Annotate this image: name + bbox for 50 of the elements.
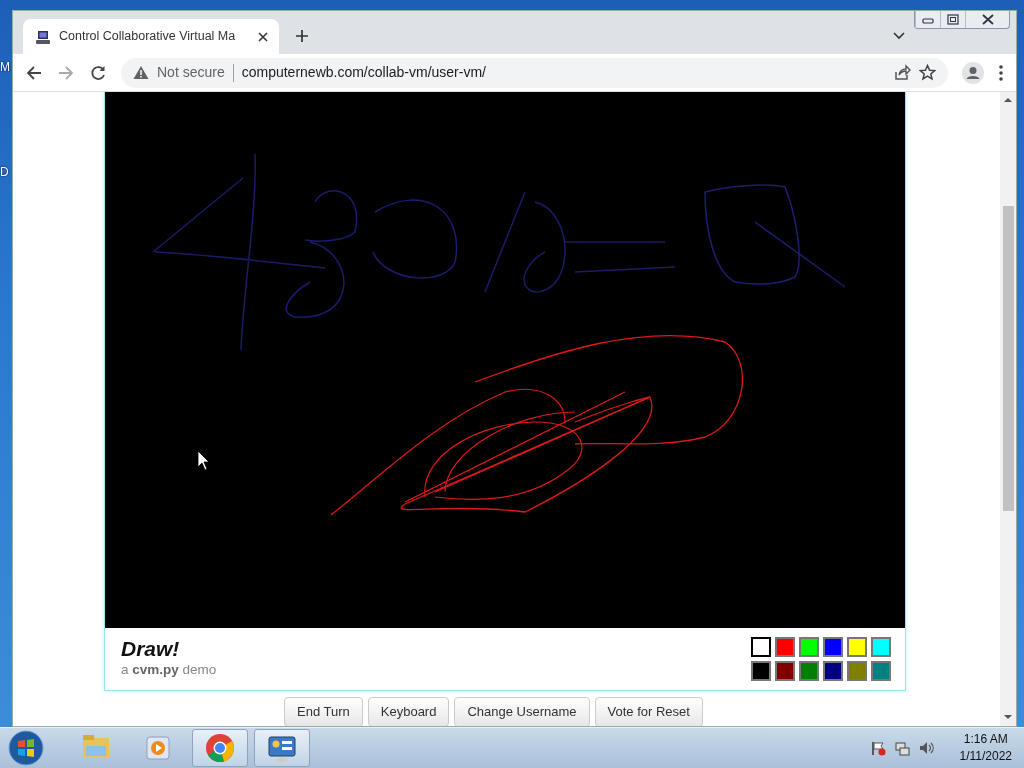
vm-subtitle: a cvm.py demo	[121, 661, 217, 680]
color-swatch[interactable]	[775, 661, 795, 681]
new-tab-icon[interactable]	[295, 29, 309, 43]
security-label: Not secure	[157, 63, 225, 82]
vm-button[interactable]: Keyboard	[367, 697, 450, 726]
color-swatch[interactable]	[799, 637, 819, 657]
color-swatch[interactable]	[799, 661, 819, 681]
date-text: 1/11/2022	[959, 748, 1012, 765]
color-swatch[interactable]	[871, 637, 891, 657]
color-swatch[interactable]	[871, 661, 891, 681]
flag-icon[interactable]	[869, 740, 886, 756]
start-button[interactable]	[8, 730, 44, 766]
close-icon[interactable]	[257, 30, 269, 43]
time-text: 1:16 AM	[962, 731, 1009, 748]
reload-icon[interactable]	[89, 63, 107, 82]
vm-title: Draw!	[121, 637, 181, 661]
browser-tab[interactable]: Control Collaborative Virtual Ma	[23, 19, 279, 54]
maximize-icon[interactable]	[945, 13, 961, 26]
scrollbar[interactable]	[1000, 92, 1016, 726]
color-swatch[interactable]	[847, 661, 867, 681]
color-swatch[interactable]	[823, 661, 843, 681]
color-swatch[interactable]	[751, 637, 771, 657]
network-icon[interactable]	[893, 740, 910, 756]
color-swatch[interactable]	[823, 637, 843, 657]
chrome-icon[interactable]	[204, 732, 236, 764]
volume-icon[interactable]	[917, 740, 934, 756]
back-icon[interactable]	[25, 63, 43, 82]
share-icon[interactable]	[894, 64, 911, 81]
warning-icon	[133, 65, 149, 80]
vm-button[interactable]: End Turn	[284, 697, 363, 726]
url-text: computernewb.com/collab-vm/user-vm/	[241, 63, 487, 82]
scroll-thumb[interactable]	[1002, 206, 1014, 511]
scroll-up-icon[interactable]	[1004, 97, 1012, 103]
desktop-icon-label[interactable]: M	[0, 58, 10, 76]
computer-icon	[35, 28, 51, 45]
profile-icon[interactable]	[962, 61, 984, 84]
chevron-down-icon[interactable]	[893, 32, 905, 40]
color-swatch[interactable]	[775, 637, 795, 657]
desktop-icon-label[interactable]: D	[0, 163, 9, 181]
clock[interactable]: 1:16 AM 1/11/2022	[959, 731, 1012, 765]
color-swatch[interactable]	[847, 637, 867, 657]
vm-button[interactable]: Change Username	[454, 697, 590, 726]
vm-button[interactable]: Vote for Reset	[594, 697, 703, 726]
scroll-down-icon[interactable]	[1004, 714, 1012, 720]
color-swatch[interactable]	[751, 661, 771, 681]
address-bar[interactable]: Not secure computernewb.com/collab-vm/user-vm/	[121, 57, 948, 88]
tab-title: Control Collaborative Virtual Ma	[59, 28, 237, 46]
menu-icon[interactable]	[998, 63, 1004, 82]
cursor-icon	[197, 450, 210, 471]
star-icon[interactable]	[919, 64, 936, 81]
